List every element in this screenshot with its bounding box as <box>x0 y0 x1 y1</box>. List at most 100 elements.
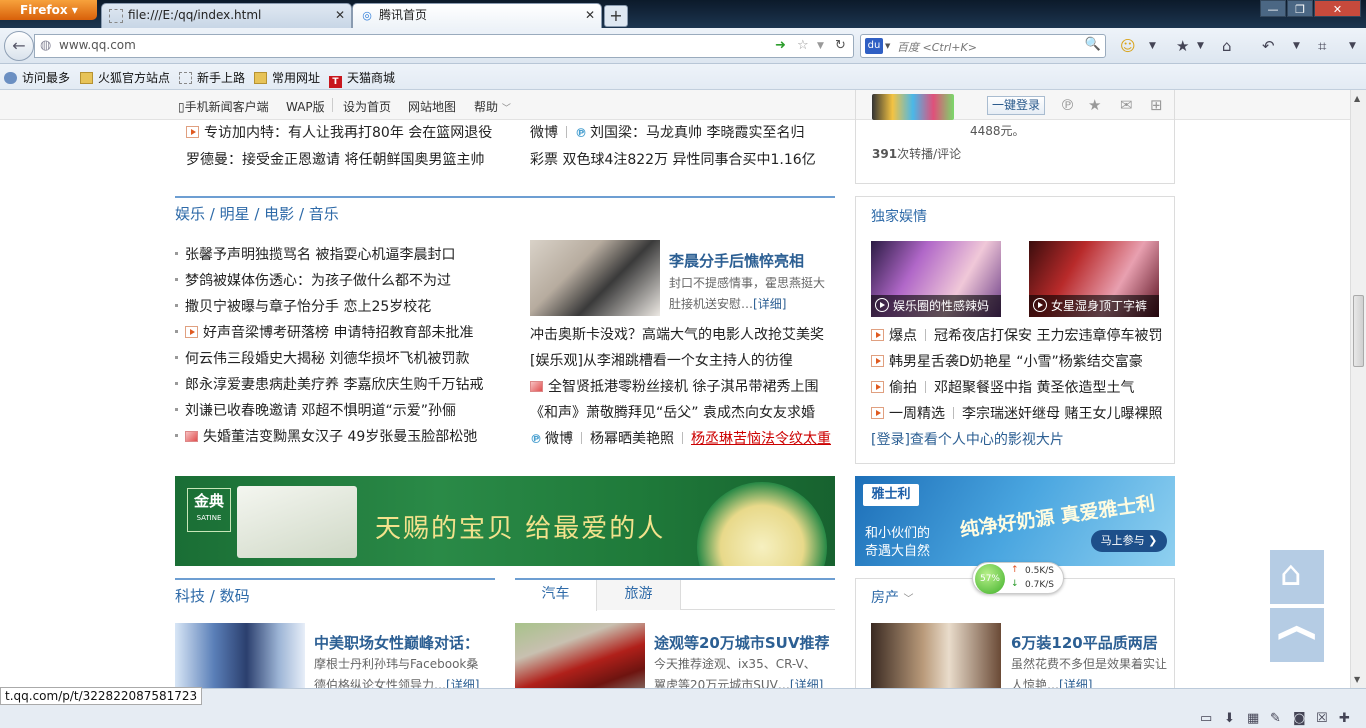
list-item[interactable]: 失婚董洁变黝黑女汉子 49岁张曼玉脸部松弛 <box>175 428 477 446</box>
download-icon[interactable]: ⬇ <box>1224 711 1235 726</box>
details-link[interactable]: [详细] <box>446 678 479 688</box>
wap-link[interactable]: WAP版 <box>286 98 325 115</box>
news-item[interactable]: 微博 ℗ 刘国梁：马龙真帅 李晓霞实至名归 <box>530 124 804 142</box>
search-icon[interactable]: 🔍 <box>1085 37 1101 52</box>
news-item[interactable]: 罗德曼：接受金正恩邀请 将任朝鲜国奥男篮主帅 <box>186 151 484 169</box>
addon-smiley-icon[interactable]: ☺ <box>1120 37 1136 55</box>
scroll-up-arrow-icon[interactable]: ▲ <box>1354 94 1360 103</box>
list-item[interactable]: 全智贤抵港零粉丝接机 徐子淇吊带裙秀上围 <box>530 378 818 396</box>
list-item[interactable]: 何云伟三段婚史大揭秘 刘德华损坏飞机被罚款 <box>175 350 469 368</box>
list-item[interactable]: 郎永淳爱妻患病赴美疗养 李嘉欣庆生购千万钻戒 <box>175 376 483 394</box>
search-placeholder[interactable]: 百度 <Ctrl+K> <box>897 39 977 55</box>
tab-travel[interactable]: 旅游 <box>597 580 681 610</box>
go-icon[interactable]: ➜ <box>775 37 786 55</box>
addon-icon[interactable]: ✚ <box>1339 711 1350 726</box>
help-link[interactable]: 帮助 ﹀ <box>474 98 511 115</box>
reload-icon[interactable]: ↻ <box>835 37 846 55</box>
login-view-link[interactable]: [登录]查看个人中心的影视大片 <box>871 431 1064 449</box>
search-bar[interactable]: du ▼ 百度 <Ctrl+K> 🔍 <box>860 34 1106 58</box>
bookmark-tmall[interactable]: T 天猫商城 <box>329 69 395 88</box>
tab-qq-home[interactable]: ◎ 腾讯首页 ✕ <box>352 3 602 28</box>
net-speed-widget[interactable]: 57% ↑ 0.5K/S ↓ 0.7K/S <box>972 562 1064 594</box>
address-bar[interactable]: ◍ www.qq.com ➜ ☆ ▼ ↻ <box>34 34 854 58</box>
close-box-icon[interactable]: ☒ <box>1316 711 1328 726</box>
details-link[interactable]: [详细] <box>753 297 786 311</box>
hovered-link[interactable]: 杨丞琳苦恼法令纹太重 <box>691 431 831 447</box>
baidu-icon[interactable]: du <box>865 38 883 54</box>
news-item[interactable]: 彩票 双色球4注822万 异性同事合买中1.16亿 <box>530 151 816 169</box>
bookmark-firefox-site[interactable]: 火狐官方站点 <box>80 69 170 86</box>
back-to-top-button[interactable]: ❯ <box>1270 608 1324 662</box>
list-item[interactable]: 爆点 冠希夜店打保安 王力宏违章停车被罚 <box>871 327 1162 345</box>
list-item[interactable]: 冲击奥斯卡没戏？高端大气的电影人改抢艾美奖 <box>530 326 824 344</box>
bookmark-star-icon[interactable]: ☆ <box>797 37 809 55</box>
new-tab-button[interactable]: + <box>604 5 628 27</box>
screenshot-crop-icon[interactable]: ⌗ <box>1318 37 1326 55</box>
close-icon[interactable]: ✕ <box>335 4 345 27</box>
ent-feature-image[interactable] <box>530 240 660 316</box>
details-link[interactable]: [详细] <box>790 678 823 688</box>
box-title[interactable]: 独家娱情 <box>871 206 927 226</box>
house-feature-image[interactable] <box>871 623 1001 688</box>
engine-dropdown-icon[interactable]: ▼ <box>885 42 890 50</box>
scroll-down-arrow-icon[interactable]: ▼ <box>1354 675 1360 684</box>
tech-headline[interactable]: 中美职场女性巅峰对话： <box>314 632 479 653</box>
history-dropdown-icon[interactable]: ▼ <box>817 37 824 55</box>
list-item[interactable]: 刘谦已收春晚邀请 邓超不惧明道“示爱”孙俪 <box>175 402 456 420</box>
phone-image[interactable] <box>872 94 954 120</box>
home-icon[interactable]: ⌂ <box>1222 37 1232 55</box>
firefox-menu-button[interactable]: Firefox ▾ <box>0 0 97 20</box>
list-item[interactable]: 《和声》萧敬腾拜见“岳父” 袁成杰向女友求婚 <box>530 404 815 422</box>
tech-feature-image[interactable] <box>175 623 305 688</box>
list-item[interactable]: 好声音梁博考研落榜 申请特招教育部未批准 <box>175 324 473 342</box>
bookmarks-menu-icon[interactable]: ★ <box>1176 37 1189 55</box>
bookmark-getting-started[interactable]: 新手上路 <box>179 69 245 86</box>
dropdown-icon[interactable]: ▼ <box>1149 41 1156 51</box>
ent-headline[interactable]: 李晨分手后憔悴亮相 <box>669 250 804 271</box>
close-window-button[interactable]: ✕ <box>1314 0 1361 17</box>
undo-close-icon[interactable]: ↶ <box>1262 37 1275 55</box>
bookmark-common-sites[interactable]: 常用网址 <box>254 69 320 86</box>
list-item[interactable]: 张馨予声明独揽骂名 被指耍心机逼李晨封口 <box>175 246 455 264</box>
list-item[interactable]: 偷拍 邓超聚餐竖中指 黄圣依造型土气 <box>871 379 1134 397</box>
list-item[interactable]: 梦鸽被媒体伤透心：为孩子做什么都不为过 <box>175 272 451 290</box>
maximize-button[interactable]: ❐ <box>1287 0 1313 17</box>
news-item[interactable]: 专访加内特：有人让我再打80年 会在篮网退役 <box>186 124 492 142</box>
mobile-client-link[interactable]: ▯手机新闻客户端 <box>178 98 269 115</box>
list-item[interactable]: 一周精选 李宗瑞迷奸继母 赌王女儿曝裸照 <box>871 405 1162 423</box>
section-title[interactable]: 娱乐 / 明星 / 电影 / 音乐 <box>175 203 339 224</box>
exclusive-pic-1[interactable]: 娱乐圈的性感辣妈 <box>871 241 1001 317</box>
auto-headline[interactable]: 途观等20万城市SUV推荐 <box>654 632 829 653</box>
url-text[interactable]: www.qq.com <box>59 38 136 52</box>
details-link[interactable]: [详细] <box>1059 678 1092 688</box>
tab-auto[interactable]: 汽车 <box>515 580 597 611</box>
window-icon[interactable]: ▭ <box>1200 711 1212 726</box>
house-headline[interactable]: 6万装120平品质两居 <box>1011 632 1158 653</box>
box-title[interactable]: 房产 ﹀ <box>871 587 913 607</box>
home-float-button[interactable]: ⌂ <box>1270 550 1324 604</box>
camera-icon[interactable]: ◙ <box>1293 711 1306 726</box>
join-now-button[interactable]: 马上参与 ❯ <box>1091 530 1167 552</box>
list-item[interactable]: [娱乐观]从李湘跳槽看一个女主持人的彷徨 <box>530 352 793 370</box>
exclusive-pic-2[interactable]: 女星湿身顶丁字裤 <box>1029 241 1159 317</box>
bookmark-most-visited[interactable]: 访问最多 <box>4 69 70 86</box>
close-icon[interactable]: ✕ <box>585 4 595 27</box>
list-item[interactable]: 撒贝宁被曝与章子怡分手 恋上25岁校花 <box>175 298 431 316</box>
tab-local-file[interactable]: file:///E:/qq/index.html ✕ <box>101 3 352 28</box>
auto-feature-image[interactable] <box>515 623 645 688</box>
scrollbar-thumb[interactable] <box>1353 295 1364 367</box>
list-item[interactable]: ℗ 微博 杨幂晒美艳照 杨丞琳苦恼法令纹太重 <box>530 430 831 448</box>
dropdown-icon[interactable]: ▼ <box>1349 41 1356 51</box>
dropdown-icon[interactable]: ▼ <box>1293 41 1300 51</box>
list-item[interactable]: 韩男星舌袭D奶艳星 “小雪”杨紫结交富豪 <box>871 353 1143 371</box>
share-count[interactable]: 391次转播/评论 <box>872 145 961 162</box>
dropdown-icon[interactable]: ▼ <box>1197 41 1204 51</box>
pen-icon[interactable]: ✎ <box>1270 711 1281 726</box>
sitemap-link[interactable]: 网站地图 <box>408 98 456 115</box>
section-title[interactable]: 科技 / 数码 <box>175 585 250 606</box>
satine-banner-ad[interactable]: 金典 SATINE 天赐的宝贝 给最爱的人 <box>175 476 835 566</box>
set-homepage-link[interactable]: 设为首页 <box>343 98 391 115</box>
back-button[interactable]: ← <box>4 31 34 61</box>
yashili-side-ad[interactable]: 雅士利 和小伙们的 奇遇大自然 纯净好奶源 真爱雅士利 马上参与 ❯ <box>855 476 1175 566</box>
vertical-scrollbar[interactable]: ▲ ▼ <box>1350 90 1366 688</box>
